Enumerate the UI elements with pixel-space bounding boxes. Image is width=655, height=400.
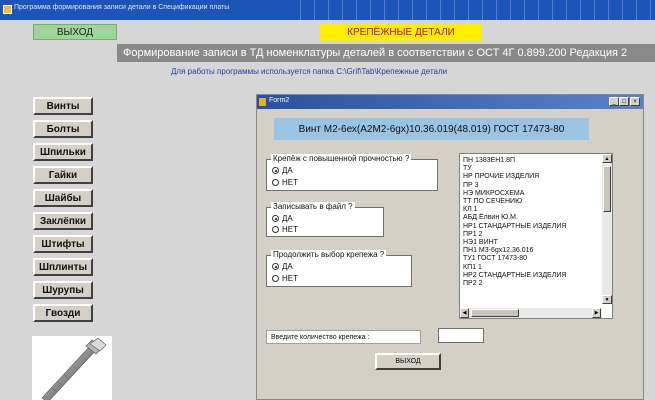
exit-button[interactable]: ВЫХОД <box>33 24 117 40</box>
bolt-image <box>32 336 112 400</box>
high-strength-no[interactable]: НЕТ <box>272 178 298 187</box>
sidebar-item-cotter-pins[interactable]: Шплинты <box>33 258 93 276</box>
sidebar-item-wood-screws[interactable]: Шурупы <box>33 281 93 299</box>
radio-unselected-icon[interactable] <box>272 226 279 233</box>
write-file-group: Записывать в файл ? ДА НЕТ <box>266 202 384 237</box>
radio-unselected-icon[interactable] <box>272 275 279 282</box>
list-item: НР1 СТАНДАРТНЫЕ ИЗДЕЛИЯ <box>463 222 567 230</box>
sidebar-item-screws[interactable]: Винты <box>33 97 93 115</box>
minimize-icon[interactable]: _ <box>609 97 619 106</box>
continue-group: Продолжить выбор крепежа ? ДА НЕТ <box>266 250 412 287</box>
radio-unselected-icon[interactable] <box>272 179 279 186</box>
continue-no-label: НЕТ <box>282 274 298 283</box>
sidebar-item-washers[interactable]: Шайбы <box>33 189 93 207</box>
form2-app-icon <box>259 98 266 106</box>
form2-dialog: Form2 _ □ × Винт М2-6ех(А2М2-6gх)10.36.0… <box>256 94 644 400</box>
window-title: Программа формирования записи детали в С… <box>14 4 230 11</box>
list-item: ПР1 2 <box>463 230 483 238</box>
scroll-down-icon[interactable]: ▼ <box>602 295 612 304</box>
horizontal-scroll-thumb[interactable] <box>471 309 519 317</box>
folder-info: Для работы программы используется папка … <box>171 67 448 76</box>
title-bar: Программа формирования записи детали в С… <box>0 0 655 20</box>
list-item: АБД Ёлвин Ю.М. <box>463 214 518 222</box>
quantity-input[interactable] <box>438 328 484 343</box>
vertical-scrollbar[interactable]: ▲ ▼ <box>602 154 612 304</box>
section-banner: КРЕПЁЖНЫЕ ДЕТАЛИ <box>320 24 482 41</box>
form2-title-bar: Form2 _ □ × <box>257 95 643 109</box>
list-item: КП1 1 <box>463 263 482 271</box>
record-codes-list[interactable]: ПН 1383ЕН1.8П ТУ НР ПРОЧИЕ ИЗДЕЛИЯ ПР 3 … <box>459 153 613 319</box>
continue-yes[interactable]: ДА <box>272 262 293 271</box>
item-designation: Винт М2-6ех(А2М2-6gх)10.36.019(48.019) Г… <box>274 118 589 140</box>
sidebar-item-rivets[interactable]: Заклёпки <box>33 212 93 230</box>
continue-yes-label: ДА <box>282 262 293 271</box>
continue-no[interactable]: НЕТ <box>272 274 298 283</box>
high-strength-no-label: НЕТ <box>282 178 298 187</box>
list-item: НЭ1 ВИНТ <box>463 239 498 247</box>
list-item: НР ПРОЧИЕ ИЗДЕЛИЯ <box>463 173 540 181</box>
list-item: ТУ1 ГОСТ 17473-80 <box>463 255 528 263</box>
scroll-left-icon[interactable]: ◀ <box>460 308 469 318</box>
sidebar-item-bolts[interactable]: Болты <box>33 120 93 138</box>
sidebar-item-nails[interactable]: Гвозди <box>33 304 93 322</box>
close-icon[interactable]: × <box>630 97 640 106</box>
high-strength-question: Крепёж с повышенной прочностью ? <box>271 154 412 163</box>
list-item: ПР2 2 <box>463 280 483 288</box>
radio-selected-icon[interactable] <box>272 263 279 270</box>
write-file-yes-label: ДА <box>282 214 293 223</box>
write-file-yes[interactable]: ДА <box>272 214 293 223</box>
scroll-up-icon[interactable]: ▲ <box>602 154 612 163</box>
high-strength-yes[interactable]: ДА <box>272 166 293 175</box>
high-strength-group: Крепёж с повышенной прочностью ? ДА НЕТ <box>266 154 438 191</box>
radio-selected-icon[interactable] <box>272 167 279 174</box>
codes-lines: ПН 1383ЕН1.8П ТУ НР ПРОЧИЕ ИЗДЕЛИЯ ПР 3 … <box>463 157 566 288</box>
radio-selected-icon[interactable] <box>272 215 279 222</box>
form2-title: Form2 <box>269 97 290 104</box>
list-item: ТУ <box>463 165 472 173</box>
list-item: ПН 1383ЕН1.8П <box>463 157 516 164</box>
title-bar-pattern <box>300 0 655 20</box>
continue-question: Продолжить выбор крепежа ? <box>271 250 387 259</box>
scroll-right-icon[interactable]: ▶ <box>592 308 601 318</box>
quantity-label: Введите количество крепежа : <box>266 330 421 344</box>
form2-exit-button[interactable]: ВЫХОД <box>375 353 441 370</box>
list-item: НР2 СТАНДАРТНЫЕ ИЗДЕЛИЯ <box>463 271 567 279</box>
write-file-no[interactable]: НЕТ <box>272 225 298 234</box>
sidebar-item-studs[interactable]: Шпильки <box>33 143 93 161</box>
app-icon <box>3 5 12 14</box>
maximize-icon[interactable]: □ <box>619 97 629 106</box>
vertical-scroll-thumb[interactable] <box>603 166 611 212</box>
list-item: ТТ ПО СЕЧЕНИЮ <box>463 198 523 206</box>
write-file-question: Записывать в файл ? <box>271 202 355 211</box>
high-strength-yes-label: ДА <box>282 166 293 175</box>
format-description: Формирование записи в ТД номенклатуры де… <box>117 44 655 62</box>
write-file-no-label: НЕТ <box>282 225 298 234</box>
horizontal-scrollbar[interactable]: ◀ ▶ <box>460 308 602 318</box>
sidebar-item-nuts[interactable]: Гайки <box>33 166 93 184</box>
list-item: ПН1 М3-6gх12.36.016 <box>463 247 534 255</box>
list-item: НЭ МИКРОСХЕМА <box>463 189 525 197</box>
list-item: ПР 3 <box>463 181 479 189</box>
sidebar-item-pins[interactable]: Штифты <box>33 235 93 253</box>
